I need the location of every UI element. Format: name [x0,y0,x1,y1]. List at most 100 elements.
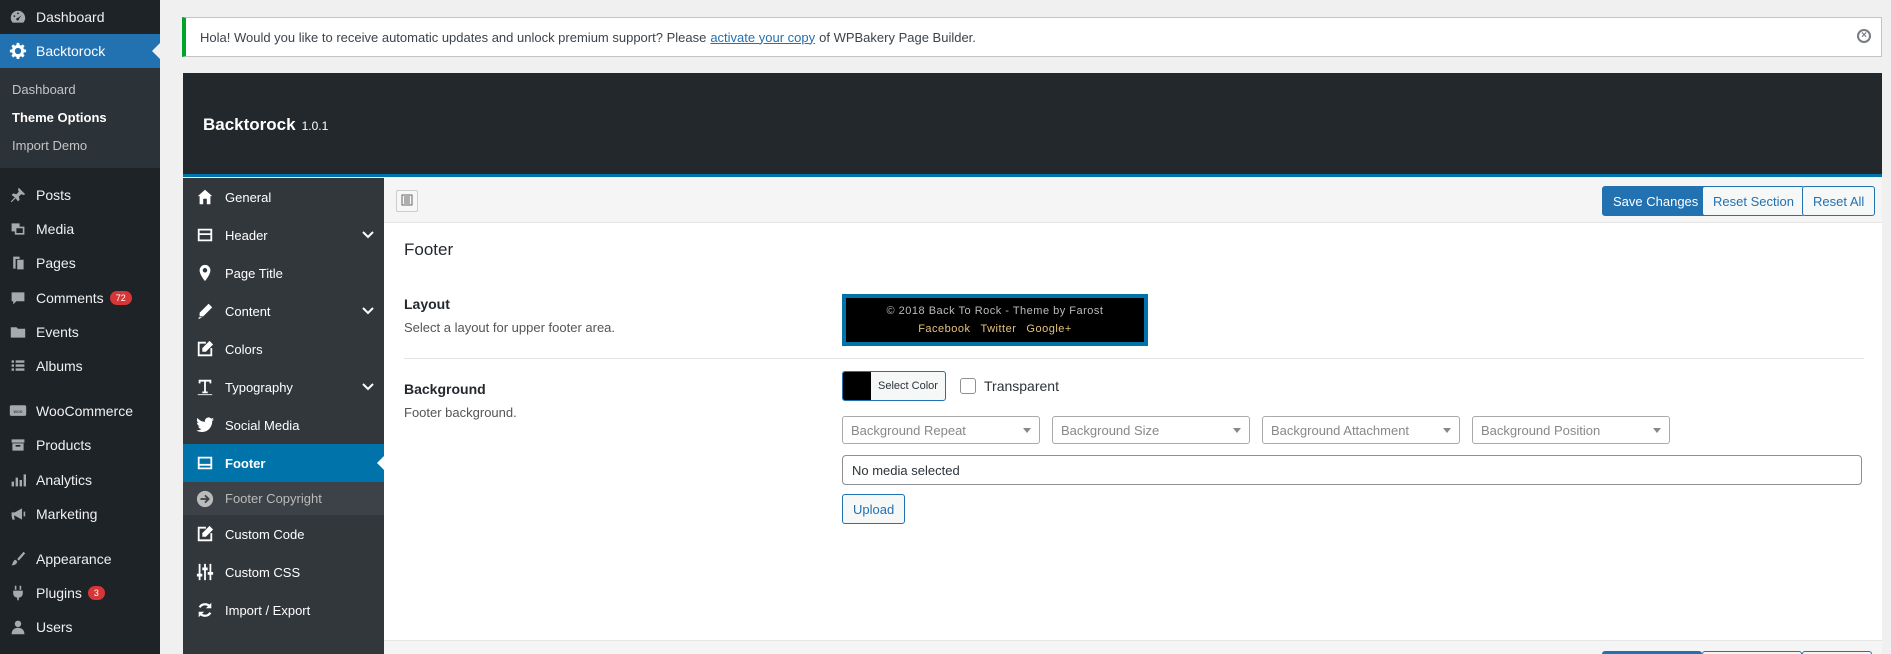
chevron-down-icon[interactable] [362,304,374,319]
footer-layout-option[interactable]: © 2018 Back To Rock - Theme by Farost Fa… [842,294,1148,346]
pages-icon [0,255,36,271]
submenu-import-demo[interactable]: Import Demo [12,138,87,153]
text-icon [195,377,215,397]
menu-label: Comments [36,290,104,306]
sliders-icon [195,562,215,582]
twitter-icon [195,415,215,435]
dashboard-icon [0,8,36,26]
options-nav: General Header Page Title Content Colors… [183,178,384,654]
layout-description: Select a layout for upper footer area. [404,320,616,335]
upload-button[interactable]: Upload [842,494,906,524]
refresh-icon [195,600,215,620]
dismiss-icon[interactable]: × [1857,29,1871,43]
woo-icon: woo [0,404,36,418]
background-size-select[interactable]: Background Size [1052,416,1250,444]
code-edit-icon [195,524,215,544]
footer-icon [195,453,215,473]
reset-all-button[interactable]: Reset All [1802,186,1876,216]
chevron-down-icon[interactable] [362,380,374,395]
menu-item-marketing[interactable]: Marketing [0,497,160,531]
menu-label: Marketing [36,506,98,522]
nav-page-title[interactable]: Page Title [183,254,384,292]
media-url-field[interactable]: No media selected [842,455,1862,485]
reset-section-button[interactable]: Reset Section [1702,186,1805,216]
menu-label: Plugins [36,585,82,601]
menu-item-appearance[interactable]: Appearance [0,542,160,576]
transparent-checkbox[interactable] [960,378,976,394]
nav-label: Footer [225,455,266,471]
menu-item-comments[interactable]: Comments 72 [0,281,160,315]
nav-custom-code[interactable]: Custom Code [183,515,384,553]
menu-item-backtorock[interactable]: Backtorock [0,34,160,68]
admin-menu: Dashboard Backtorock Dashboard Theme Opt… [0,0,160,654]
nav-label: Social Media [225,417,300,433]
nav-label: General [225,189,272,205]
background-position-select[interactable]: Background Position [1472,416,1670,444]
preview-link-facebook: Facebook [918,323,971,335]
menu-item-woocommerce[interactable]: woo WooCommerce [0,394,160,428]
section-title: Footer [404,240,454,259]
menu-item-events[interactable]: Events [0,315,160,349]
chevron-down-icon[interactable] [362,228,374,243]
submenu-dashboard[interactable]: Dashboard [12,82,76,97]
menu-item-products[interactable]: Products [0,428,160,462]
menu-label: Pages [36,255,76,271]
media-icon [0,221,36,237]
layout-title: Layout [404,296,450,312]
menu-item-pages[interactable]: Pages [0,246,160,280]
nav-colors[interactable]: Colors [183,330,384,368]
nav-label: Custom Code [225,526,305,542]
nav-label: Import / Export [225,602,311,618]
nav-label: Page Title [225,265,283,281]
submenu-theme-options[interactable]: Theme Options [12,110,107,125]
activate-link[interactable]: activate your copy [710,30,815,45]
nav-general[interactable]: General [183,178,384,216]
save-changes-button[interactable]: Save Changes [1602,186,1710,216]
field-divider [404,358,1864,359]
background-description: Footer background. [404,405,517,420]
menu-item-albums[interactable]: Albums [0,349,160,383]
media-value: No media selected [852,462,960,478]
menu-item-analytics[interactable]: Analytics [0,463,160,497]
menu-label: Events [36,324,79,340]
menu-label: Media [36,221,75,237]
select-placeholder: Background Position [1481,422,1601,438]
theme-version: 1.0.1 [301,119,329,133]
dropdown-arrow-icon [1023,428,1031,433]
background-attachment-select[interactable]: Background Attachment [1262,416,1460,444]
select-color-button[interactable]: Select Color [842,371,946,401]
nav-header[interactable]: Header [183,216,384,254]
gear-icon [0,42,36,60]
header-icon [195,225,215,245]
plugins-count-badge: 3 [87,585,105,601]
nav-typography[interactable]: Typography [183,368,384,406]
nav-social-media[interactable]: Social Media [183,406,384,444]
menu-item-users[interactable]: Users [0,610,160,644]
menu-label: WooCommerce [36,403,133,419]
comment-icon [0,290,36,306]
edit-icon [195,339,215,359]
background-repeat-select[interactable]: Background Repeat [842,416,1040,444]
menu-item-dashboard[interactable]: Dashboard [0,0,160,34]
nav-import-export[interactable]: Import / Export [183,591,384,629]
menu-label: Appearance [36,551,112,567]
nav-label: Custom CSS [225,564,301,580]
preview-copyright: © 2018 Back To Rock - Theme by Farost [886,305,1104,317]
options-header: Backtorock 1.0.1 [183,73,1882,177]
location-icon [195,263,215,283]
nav-label: Content [225,303,271,319]
menu-label: Posts [36,187,72,203]
nav-footer-copyright[interactable]: Footer Copyright [183,482,384,515]
nav-custom-css[interactable]: Custom CSS [183,553,384,591]
options-title: Backtorock 1.0.1 [203,115,328,135]
menu-item-posts[interactable]: Posts [0,178,160,212]
menu-item-plugins[interactable]: Plugins 3 [0,576,160,610]
nav-content[interactable]: Content [183,292,384,330]
menu-item-media[interactable]: Media [0,212,160,246]
expand-options-button[interactable] [396,190,418,212]
nav-footer[interactable]: Footer [183,444,384,482]
update-notice: Hola! Would you like to receive automati… [182,17,1882,57]
nav-label: Header [225,227,268,243]
transparent-label: Transparent [984,378,1059,394]
menu-label: Users [36,619,73,635]
